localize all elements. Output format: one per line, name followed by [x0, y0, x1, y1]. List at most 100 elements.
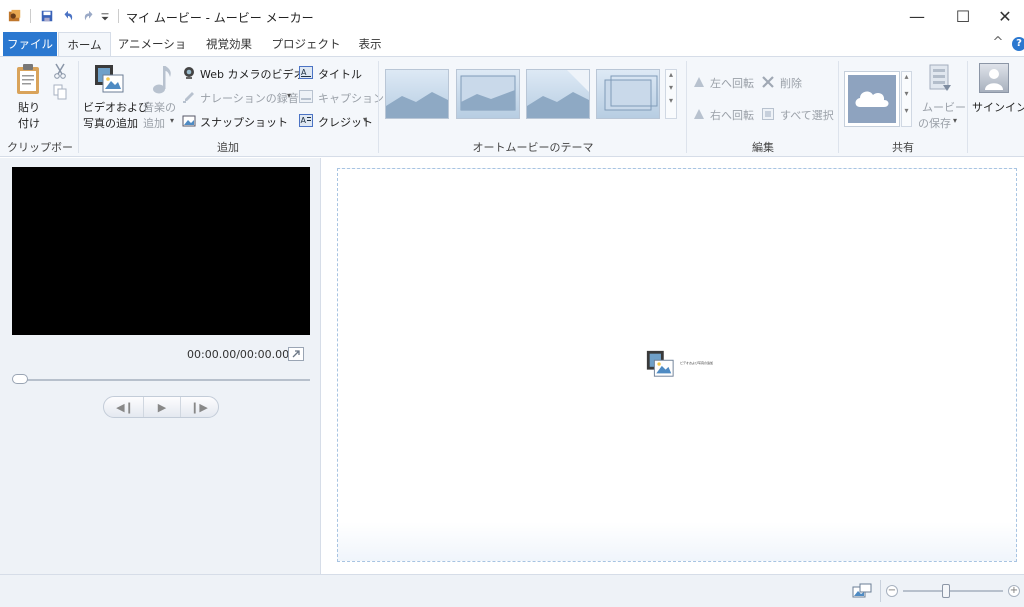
snapshot-label[interactable]: スナップショット	[200, 114, 288, 130]
undo-icon[interactable]	[61, 9, 75, 23]
tab-project[interactable]: プロジェクト	[270, 32, 342, 56]
group-separator	[838, 61, 839, 153]
cloud-icon	[848, 75, 896, 123]
fullscreen-preview-icon[interactable]	[288, 347, 304, 361]
video-preview[interactable]	[12, 167, 310, 335]
thumbnail-size-icon[interactable]	[852, 583, 872, 599]
onedrive-share-tile[interactable]	[844, 71, 900, 127]
close-button[interactable]: ✕	[982, 0, 1024, 32]
rotate-left-label[interactable]: 左へ回転	[710, 75, 754, 91]
theme-thumbnail-3[interactable]	[526, 69, 590, 119]
snapshot-icon	[182, 115, 196, 127]
delete-icon	[762, 76, 774, 88]
narration-dropdown-icon[interactable]: ▾	[287, 91, 291, 100]
tab-animation[interactable]: アニメーション	[114, 32, 190, 75]
group-separator	[686, 61, 687, 153]
save-icon[interactable]	[40, 9, 54, 23]
delete-label[interactable]: 削除	[780, 75, 802, 91]
add-video-photo-label-2[interactable]: 写真の追加	[83, 115, 138, 131]
tab-file[interactable]: ファイル	[3, 32, 57, 56]
add-music-label-2[interactable]: 追加	[143, 115, 165, 131]
playback-time: 00:00.00/00:00.00	[187, 348, 290, 361]
caption-icon	[299, 90, 313, 103]
group-separator	[967, 61, 968, 153]
rotate-right-label[interactable]: 右へ回転	[710, 107, 754, 123]
themes-scroll[interactable]: ▴ ▾ ▾	[665, 69, 677, 119]
window-title: マイ ムービー - ムービー メーカー	[126, 11, 314, 25]
themes-expand-icon[interactable]: ▾	[666, 96, 676, 105]
webcam-video-label[interactable]: Web カメラのビデオ	[200, 66, 304, 82]
group-label-edit: 編集	[752, 141, 774, 154]
add-video-photo-icon	[95, 65, 124, 93]
credits-icon: A	[299, 114, 313, 127]
theme-thumbnail-2[interactable]	[456, 69, 520, 119]
redo-icon[interactable]	[82, 9, 96, 23]
copy-icon[interactable]	[53, 84, 67, 100]
clipboard-icon	[17, 64, 39, 94]
save-movie-label-1[interactable]: ムービー	[922, 99, 966, 115]
paste-label-1[interactable]: 貼り	[18, 99, 40, 115]
group-label-add: 追加	[217, 141, 239, 154]
zoom-slider-thumb[interactable]	[942, 584, 950, 598]
group-label-automovie-themes: オートムービーのテーマ	[472, 141, 594, 154]
ribbon-tabs: ファイル ホーム アニメーション 視覚効果 プロジェクト 表示 ^ ?	[0, 32, 1024, 75]
caption-label[interactable]: キャプション	[318, 90, 384, 106]
tab-visual-effects[interactable]: 視覚効果	[196, 32, 262, 56]
group-separator	[78, 61, 79, 153]
title-bar: マイ ムービー - ムービー メーカー — ☐ ✕	[0, 0, 1024, 32]
status-separator	[880, 580, 881, 602]
zoom-out-icon[interactable]: −	[886, 585, 898, 597]
collapse-ribbon-icon[interactable]: ^	[990, 35, 1006, 53]
share-scroll-down-icon[interactable]: ▾	[902, 89, 911, 98]
select-all-icon	[762, 108, 774, 120]
previous-frame-icon[interactable]: ◀❙	[106, 397, 144, 417]
cut-icon[interactable]	[53, 63, 67, 79]
group-separator	[378, 61, 379, 153]
zoom-track[interactable]	[903, 590, 1003, 592]
storyboard-hint-text[interactable]: ビデオおよび写真の追加	[680, 361, 713, 365]
add-media-placeholder-icon[interactable]	[645, 349, 675, 379]
group-label-share: 共有	[892, 141, 914, 154]
share-expand-icon[interactable]: ▾	[902, 106, 911, 115]
qat-dropdown-icon[interactable]	[100, 9, 110, 23]
title-icon: A	[299, 66, 313, 79]
tab-view[interactable]: 表示	[348, 32, 392, 56]
share-scroll[interactable]: ▴ ▾ ▾	[901, 71, 912, 127]
maximize-button[interactable]: ☐	[940, 0, 986, 32]
paste-label-2[interactable]: 付け	[18, 115, 40, 131]
svg-text:A: A	[301, 68, 307, 77]
themes-scroll-up-icon[interactable]: ▴	[666, 70, 676, 79]
help-icon[interactable]: ?	[1012, 37, 1024, 51]
credits-dropdown-icon[interactable]: ▾	[363, 115, 367, 124]
theme-thumbnail-4[interactable]	[596, 69, 660, 119]
seek-slider-thumb[interactable]	[12, 374, 28, 384]
record-narration-label[interactable]: ナレーションの録音	[200, 90, 299, 106]
minimize-button[interactable]: —	[894, 0, 940, 32]
save-movie-label-2[interactable]: の保存	[918, 115, 951, 131]
storyboard-area[interactable]	[337, 168, 1017, 562]
seek-track[interactable]	[14, 379, 310, 381]
select-all-label[interactable]: すべて選択	[780, 107, 834, 123]
music-note-icon	[153, 66, 171, 94]
svg-text:A: A	[301, 116, 307, 125]
rotate-right-icon	[694, 109, 704, 119]
webcam-icon	[184, 67, 194, 79]
playback-controls: ◀❙ ▶ ❙▶	[103, 396, 219, 418]
themes-scroll-down-icon[interactable]: ▾	[666, 83, 676, 92]
title-label[interactable]: タイトル	[318, 66, 362, 82]
user-avatar-icon[interactable]	[979, 63, 1009, 93]
save-movie-dropdown-icon[interactable]: ▾	[953, 116, 957, 125]
music-dropdown-icon[interactable]: ▾	[170, 116, 174, 125]
sign-in-label[interactable]: サインイン	[972, 99, 1024, 115]
qat-separator	[30, 9, 31, 23]
share-scroll-up-icon[interactable]: ▴	[902, 72, 911, 81]
play-icon[interactable]: ▶	[143, 397, 181, 417]
tab-home[interactable]: ホーム	[58, 32, 111, 56]
next-frame-icon[interactable]: ❙▶	[180, 397, 218, 417]
add-music-label-1[interactable]: 音楽の	[143, 99, 176, 115]
ribbon-home: 貼り 付け クリップボード ビデオおよび 写真の追加 音楽の 追加 ▾ Web …	[0, 56, 1024, 170]
theme-thumbnail-1[interactable]	[385, 69, 449, 119]
zoom-in-icon[interactable]: +	[1008, 585, 1020, 597]
add-video-photo-label-1[interactable]: ビデオおよび	[83, 99, 149, 115]
microphone-icon	[183, 92, 194, 103]
